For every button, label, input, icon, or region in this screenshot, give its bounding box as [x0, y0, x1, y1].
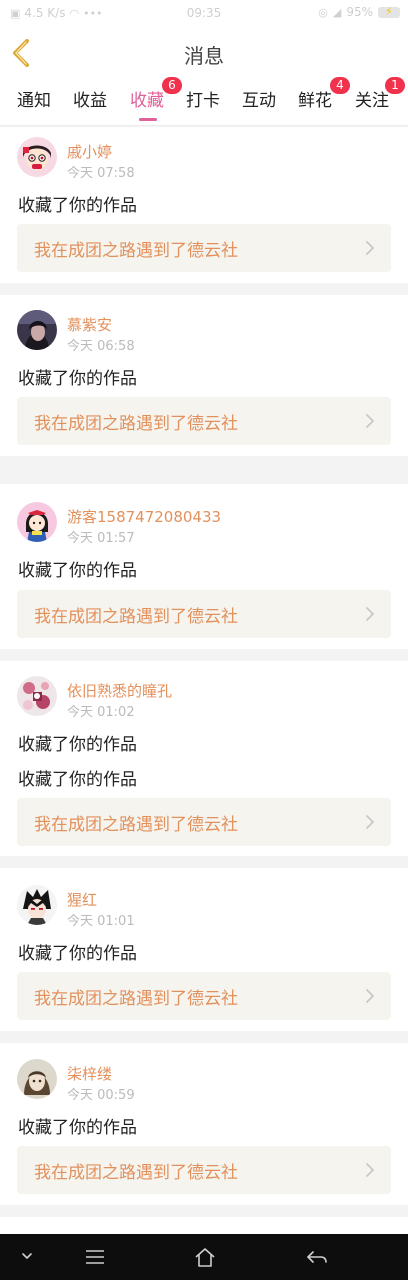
- battery-percent: 95%: [346, 5, 373, 19]
- tab-label: 鲜花: [298, 91, 332, 111]
- home-icon[interactable]: [193, 1246, 217, 1268]
- chevron-right-icon: [366, 989, 374, 1003]
- chevron-right-icon: [366, 607, 374, 621]
- status-right: ◎ ◢ 95% ⚡: [318, 5, 400, 19]
- message-card: 依旧熟悉的瞳孔 今天 01:02 收藏了你的作品 收藏了你的作品 我在成团之路遇…: [0, 661, 408, 856]
- work-link[interactable]: 我在成团之路遇到了德云社: [17, 397, 391, 445]
- tab-favorites[interactable]: 收藏 6: [130, 77, 182, 122]
- work-title: 我在成团之路遇到了德云社: [34, 1163, 238, 1183]
- doll-avatar[interactable]: [17, 1059, 57, 1099]
- status-bar: ▣ 4.5 K/s ◠ ••• 09:35 ◎ ◢ 95% ⚡: [0, 0, 408, 28]
- username[interactable]: 慕紫安: [67, 314, 112, 335]
- message-card: 戚小婷 今天 07:58 收藏了你的作品 我在成团之路遇到了德云社: [0, 127, 408, 283]
- timestamp: 今天 01:02: [67, 705, 135, 720]
- work-title: 我在成团之路遇到了德云社: [34, 989, 238, 1009]
- chevron-right-icon: [366, 241, 374, 255]
- anime-boy-avatar[interactable]: [17, 885, 57, 925]
- message-card: 柒梓缕 今天 00:59 收藏了你的作品 我在成团之路遇到了德云社: [0, 1043, 408, 1205]
- header-bar: 消息: [0, 28, 408, 78]
- message-card: 猩红 今天 01:01 收藏了你的作品 我在成团之路遇到了德云社: [0, 868, 408, 1031]
- action-text: 收藏了你的作品: [18, 369, 137, 389]
- page-title: 消息: [184, 44, 224, 68]
- tab-interactions[interactable]: 互动: [242, 86, 276, 122]
- action-text: 收藏了你的作品: [18, 735, 137, 755]
- tab-earnings[interactable]: 收益: [73, 86, 107, 122]
- work-link[interactable]: 我在成团之路遇到了德云社: [17, 972, 391, 1020]
- timestamp: 今天 01:57: [67, 531, 135, 546]
- signal-icon: ◢: [332, 5, 342, 19]
- active-tab-indicator: [139, 118, 157, 121]
- chevron-right-icon: [366, 815, 374, 829]
- chevron-down-icon[interactable]: [16, 1246, 40, 1268]
- action-text: 收藏了你的作品: [18, 196, 137, 216]
- username[interactable]: 依旧熟悉的瞳孔: [67, 680, 172, 701]
- avatar-image: [17, 310, 57, 350]
- tab-label: 收益: [73, 91, 107, 111]
- tab-badge: 4: [330, 77, 350, 94]
- action-text: 收藏了你的作品: [18, 1118, 137, 1138]
- dark-hair-avatar[interactable]: [17, 310, 57, 350]
- avatar-image: [17, 502, 57, 542]
- tab-badge: 6: [162, 77, 182, 94]
- work-title: 我在成团之路遇到了德云社: [34, 607, 238, 627]
- work-link[interactable]: 我在成团之路遇到了德云社: [17, 798, 391, 846]
- tab-label: 打卡: [186, 91, 220, 111]
- snow-white-avatar[interactable]: [17, 502, 57, 542]
- username[interactable]: 游客1587472080433: [67, 506, 221, 527]
- action-text: 收藏了你的作品: [18, 561, 137, 581]
- tab-label: 收藏: [130, 91, 164, 111]
- battery-icon: ⚡: [378, 5, 400, 18]
- avatar-image: [17, 137, 57, 177]
- chevron-right-icon: [366, 414, 374, 428]
- tab-notifications[interactable]: 通知: [17, 86, 51, 122]
- tab-label: 通知: [17, 91, 51, 111]
- alarm-icon: ◎: [318, 5, 328, 19]
- work-link[interactable]: 我在成团之路遇到了德云社: [17, 224, 391, 272]
- red-hair-girl-avatar[interactable]: [17, 137, 57, 177]
- avatar-image: [17, 676, 57, 716]
- tab-checkin[interactable]: 打卡: [186, 86, 220, 122]
- work-title: 我在成团之路遇到了德云社: [34, 414, 238, 434]
- message-card: 慕紫安 今天 06:58 收藏了你的作品 我在成团之路遇到了德云社: [0, 295, 408, 456]
- work-title: 我在成团之路遇到了德云社: [34, 815, 238, 835]
- tab-follows[interactable]: 关注 1: [355, 77, 405, 122]
- chevron-right-icon: [366, 1163, 374, 1177]
- username[interactable]: 柒梓缕: [67, 1063, 112, 1084]
- action-text: 收藏了你的作品: [18, 770, 137, 790]
- category-tabs: 通知 收益 收藏 6 打卡 互动 鲜花 4 关注 1: [0, 77, 408, 126]
- flower-avatar[interactable]: [17, 676, 57, 716]
- menu-icon[interactable]: [83, 1246, 107, 1268]
- action-text: 收藏了你的作品: [18, 944, 137, 964]
- timestamp: 今天 07:58: [67, 166, 135, 181]
- avatar-image: [17, 1059, 57, 1099]
- tab-label: 互动: [242, 91, 276, 111]
- system-nav-bar: [0, 1234, 408, 1280]
- work-link[interactable]: 我在成团之路遇到了德云社: [17, 590, 391, 638]
- message-card: 游客1587472080433 今天 01:57 收藏了你的作品 我在成团之路遇…: [0, 484, 408, 649]
- avatar-image: [17, 885, 57, 925]
- tab-label: 关注: [355, 91, 389, 111]
- tab-flowers[interactable]: 鲜花 4: [298, 77, 350, 122]
- timestamp: 今天 06:58: [67, 339, 135, 354]
- back-arrow-icon[interactable]: [305, 1246, 329, 1268]
- tab-badge: 1: [385, 77, 405, 94]
- username[interactable]: 猩红: [67, 889, 97, 910]
- work-link[interactable]: 我在成团之路遇到了德云社: [17, 1146, 391, 1194]
- work-title: 我在成团之路遇到了德云社: [34, 241, 238, 261]
- app-screen: ▣ 4.5 K/s ◠ ••• 09:35 ◎ ◢ 95% ⚡ 消息 通知 收益: [0, 0, 408, 1280]
- timestamp: 今天 00:59: [67, 1088, 135, 1103]
- username[interactable]: 戚小婷: [67, 141, 112, 162]
- timestamp: 今天 01:01: [67, 914, 135, 929]
